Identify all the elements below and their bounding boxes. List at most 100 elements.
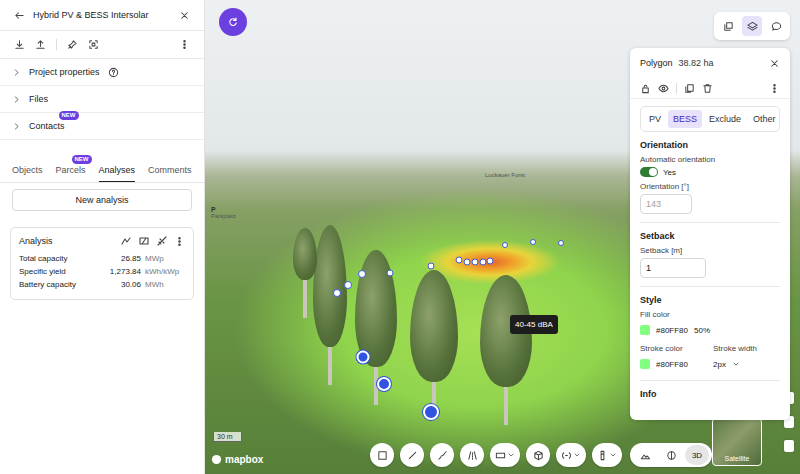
auto-orientation-toggle[interactable]: Yes (640, 167, 780, 177)
mapbox-logo[interactable]: mapbox (211, 454, 263, 465)
pin-icon[interactable] (67, 39, 78, 50)
analysis-row: Battery capacity30.06MWh (19, 278, 185, 291)
type-option[interactable]: PV (644, 110, 666, 128)
view-mode-button[interactable] (659, 445, 683, 465)
polygon-vertex[interactable] (456, 257, 463, 264)
chevron-icon[interactable] (12, 68, 21, 77)
polygon-vertex[interactable] (464, 259, 471, 266)
view-mode-button[interactable]: 3D (685, 445, 709, 465)
layer-button[interactable] (766, 16, 786, 36)
path-icon (437, 450, 448, 461)
polygon-vertex[interactable] (487, 258, 494, 265)
layer-button[interactable] (742, 16, 762, 36)
fill-hex: #80FF80 (656, 326, 688, 335)
polygon-vertex[interactable] (333, 289, 341, 297)
analysis-header: Analysis (19, 235, 185, 247)
polygon-vertex[interactable] (358, 270, 366, 278)
map-view[interactable]: Luckauer ForstPParkplatz40-45 dBA30 mmap… (205, 0, 800, 474)
more-icon[interactable] (174, 236, 185, 247)
tab[interactable]: Objects (12, 158, 43, 182)
stroke-width-value: 2px (713, 360, 726, 369)
chevron-icon[interactable] (12, 122, 21, 131)
fill-color-picker[interactable]: #80FF8050% (640, 322, 780, 338)
polygon-vertex[interactable] (357, 351, 370, 364)
copy-icon (723, 21, 734, 32)
polygon-vertex[interactable] (423, 404, 439, 420)
rect-tool[interactable] (490, 443, 520, 467)
frame-icon[interactable] (88, 39, 99, 50)
close-icon[interactable] (179, 10, 190, 21)
tree (313, 225, 347, 385)
polygon-vertex[interactable] (558, 240, 564, 246)
basemap-switcher[interactable]: Satellite (712, 418, 762, 466)
help-icon[interactable] (108, 67, 119, 78)
duplicate-icon[interactable] (684, 83, 695, 94)
parking-marker: P (211, 206, 236, 213)
action-button[interactable] (219, 8, 247, 36)
polygon-vertex[interactable] (502, 242, 508, 248)
section-row[interactable]: Project properties (0, 59, 204, 86)
new-analysis-button[interactable]: New analysis (12, 189, 192, 211)
shading-icon[interactable] (156, 235, 168, 247)
download-icon[interactable] (14, 39, 25, 50)
road-tool[interactable] (460, 443, 484, 467)
tab[interactable]: ParcelsNEW (56, 158, 86, 182)
section-row[interactable]: Files (0, 86, 204, 113)
polygon-vertex[interactable] (344, 281, 352, 289)
setback-input[interactable]: 1 (640, 258, 706, 278)
layers-icon (747, 21, 758, 32)
stroke-color-picker[interactable]: #80FF80 (640, 356, 707, 372)
upload-icon[interactable] (35, 39, 46, 50)
view-mode-button[interactable] (633, 445, 657, 465)
chevron-icon[interactable] (12, 95, 21, 104)
tree (480, 275, 532, 425)
toggle-switch[interactable] (640, 167, 658, 177)
analysis-card[interactable]: AnalysisTotal capacity26.85MWpSpecific y… (10, 227, 194, 300)
layer-button[interactable] (718, 16, 738, 36)
metric-unit: MWp (145, 252, 185, 265)
polygon-vertex[interactable] (530, 239, 536, 245)
polygon-vertex[interactable] (472, 259, 479, 266)
fill-swatch[interactable] (640, 325, 650, 335)
section-heading: Setback (640, 231, 780, 241)
lock-icon[interactable] (640, 83, 651, 94)
signal-icon (561, 450, 572, 461)
polygon-vertex[interactable] (428, 263, 435, 270)
cube-tool[interactable] (526, 443, 550, 467)
bar-tool[interactable] (592, 443, 622, 467)
panel-icon[interactable] (138, 235, 150, 247)
more-icon[interactable] (769, 83, 780, 94)
more-icon[interactable] (179, 39, 190, 50)
map-label: Luckauer Forst (485, 172, 525, 178)
type-option[interactable]: Exclude (704, 110, 746, 128)
toolbar-separator (676, 83, 677, 94)
polygon-tool[interactable] (370, 443, 394, 467)
yield-icon[interactable] (120, 235, 132, 247)
polygon-vertex[interactable] (387, 270, 394, 277)
tab[interactable]: Analyses (99, 158, 136, 182)
compass-button[interactable] (784, 440, 794, 452)
bar-icon (597, 450, 608, 461)
dropdown-chevron-icon (507, 451, 515, 459)
properties-panel: Polygon38.82 haPVBESSExcludeOtherOrienta… (630, 48, 790, 420)
tab[interactable]: Comments (148, 158, 192, 182)
stroke-width-select[interactable]: 2px (713, 356, 780, 372)
polygon-vertex[interactable] (480, 259, 487, 266)
polygon-vertex[interactable] (377, 377, 391, 391)
line-tool[interactable] (400, 443, 424, 467)
panel-body: PVBESSExcludeOtherOrientationAutomatic o… (630, 99, 790, 412)
info-section: Info (640, 381, 780, 412)
type-option[interactable]: BESS (668, 110, 702, 128)
metric-label: Battery capacity (19, 278, 117, 291)
stroke-hex: #80FF80 (656, 360, 688, 369)
close-icon[interactable] (769, 58, 780, 69)
trash-icon[interactable] (702, 83, 713, 94)
type-option[interactable]: Other (748, 110, 781, 128)
tab-bar: Objects ParcelsNEW Analyses Comments (0, 158, 204, 183)
stroke-swatch[interactable] (640, 359, 650, 369)
section-row[interactable]: ContactsNEW (0, 113, 204, 140)
path-tool[interactable] (430, 443, 454, 467)
signal-tool[interactable] (556, 443, 586, 467)
eye-icon[interactable] (658, 83, 669, 94)
back-arrow-icon[interactable] (14, 10, 25, 21)
